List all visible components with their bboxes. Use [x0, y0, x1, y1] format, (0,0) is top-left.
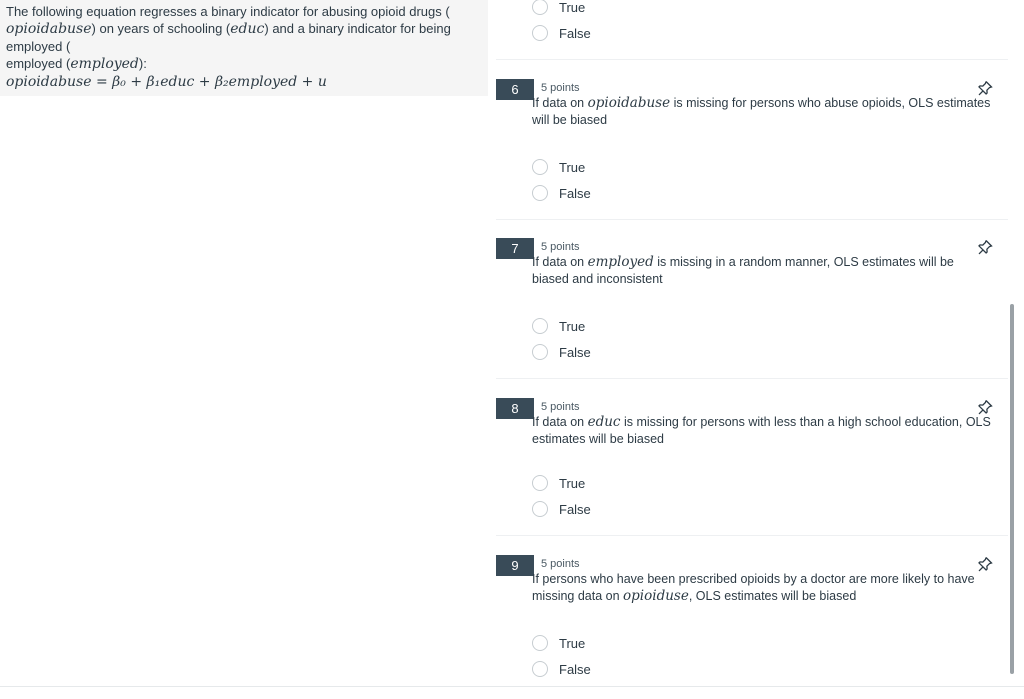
question-divider — [496, 378, 1008, 379]
answer-option-true[interactable]: True — [532, 158, 585, 176]
question-7: 7 5 points If data on employed is missin… — [496, 238, 1008, 368]
question-context-panel: The following equation regresses a binar… — [0, 0, 488, 96]
var-educ: educ — [230, 21, 265, 37]
vertical-scrollbar[interactable] — [1010, 304, 1014, 674]
var-opioidabuse: opioidabuse — [587, 95, 671, 111]
question-8: 8 5 points If data on educ is missing fo… — [496, 398, 1008, 526]
radio-button[interactable] — [532, 475, 548, 491]
question-points: 5 points — [541, 401, 580, 413]
question-number: 7 — [496, 238, 534, 259]
answer-option-true[interactable]: True — [532, 317, 585, 335]
context-intro: The following equation regresses a binar… — [6, 4, 451, 72]
question-text: If data on employed is missing in a rand… — [532, 254, 954, 286]
question-text: If data on opioidabuse is missing for pe… — [532, 95, 991, 127]
question-points: 5 points — [541, 241, 580, 253]
question-number: 6 — [496, 79, 534, 100]
page-bottom-divider — [0, 686, 1024, 687]
question-divider — [496, 535, 1008, 536]
question-points: 5 points — [541, 558, 580, 570]
radio-button[interactable] — [532, 318, 548, 334]
question-number: 9 — [496, 555, 534, 576]
radio-button[interactable] — [532, 661, 548, 677]
question-text: If data on educ is missing for persons w… — [532, 414, 991, 446]
question-number: 8 — [496, 398, 534, 419]
answer-option-false[interactable]: False — [532, 500, 591, 518]
radio-button[interactable] — [532, 344, 548, 360]
question-divider — [496, 219, 1008, 220]
answer-option-false[interactable]: False — [532, 343, 591, 361]
answer-option-true[interactable]: True — [532, 634, 585, 652]
var-opioidabuse: opioidabuse — [6, 21, 92, 37]
radio-button[interactable] — [532, 0, 548, 15]
question-text: If persons who have been prescribed opio… — [532, 572, 975, 604]
answer-option-false[interactable]: False — [532, 660, 591, 678]
radio-button[interactable] — [532, 25, 548, 41]
regression-equation: opioidabuse = β₀ + β₁educ + β₂employed +… — [6, 74, 327, 90]
question-points: 5 points — [541, 82, 580, 94]
question-9: 9 5 points If persons who have been pres… — [496, 555, 1008, 685]
answer-option-false[interactable]: False — [532, 24, 591, 42]
var-educ: educ — [587, 414, 621, 430]
question-6: 6 5 points If data on opioidabuse is mis… — [496, 79, 1008, 209]
answer-option-false[interactable]: False — [532, 184, 591, 202]
var-employed: employed — [587, 254, 654, 270]
radio-button[interactable] — [532, 159, 548, 175]
var-opioiduse: opioiduse — [623, 588, 689, 604]
question-divider — [496, 59, 1008, 60]
radio-button[interactable] — [532, 501, 548, 517]
employed-line: employed (employed): — [6, 56, 147, 72]
radio-button[interactable] — [532, 635, 548, 651]
radio-button[interactable] — [532, 185, 548, 201]
answer-option-true[interactable]: True — [532, 474, 585, 492]
answer-option-true[interactable]: True — [532, 0, 585, 16]
